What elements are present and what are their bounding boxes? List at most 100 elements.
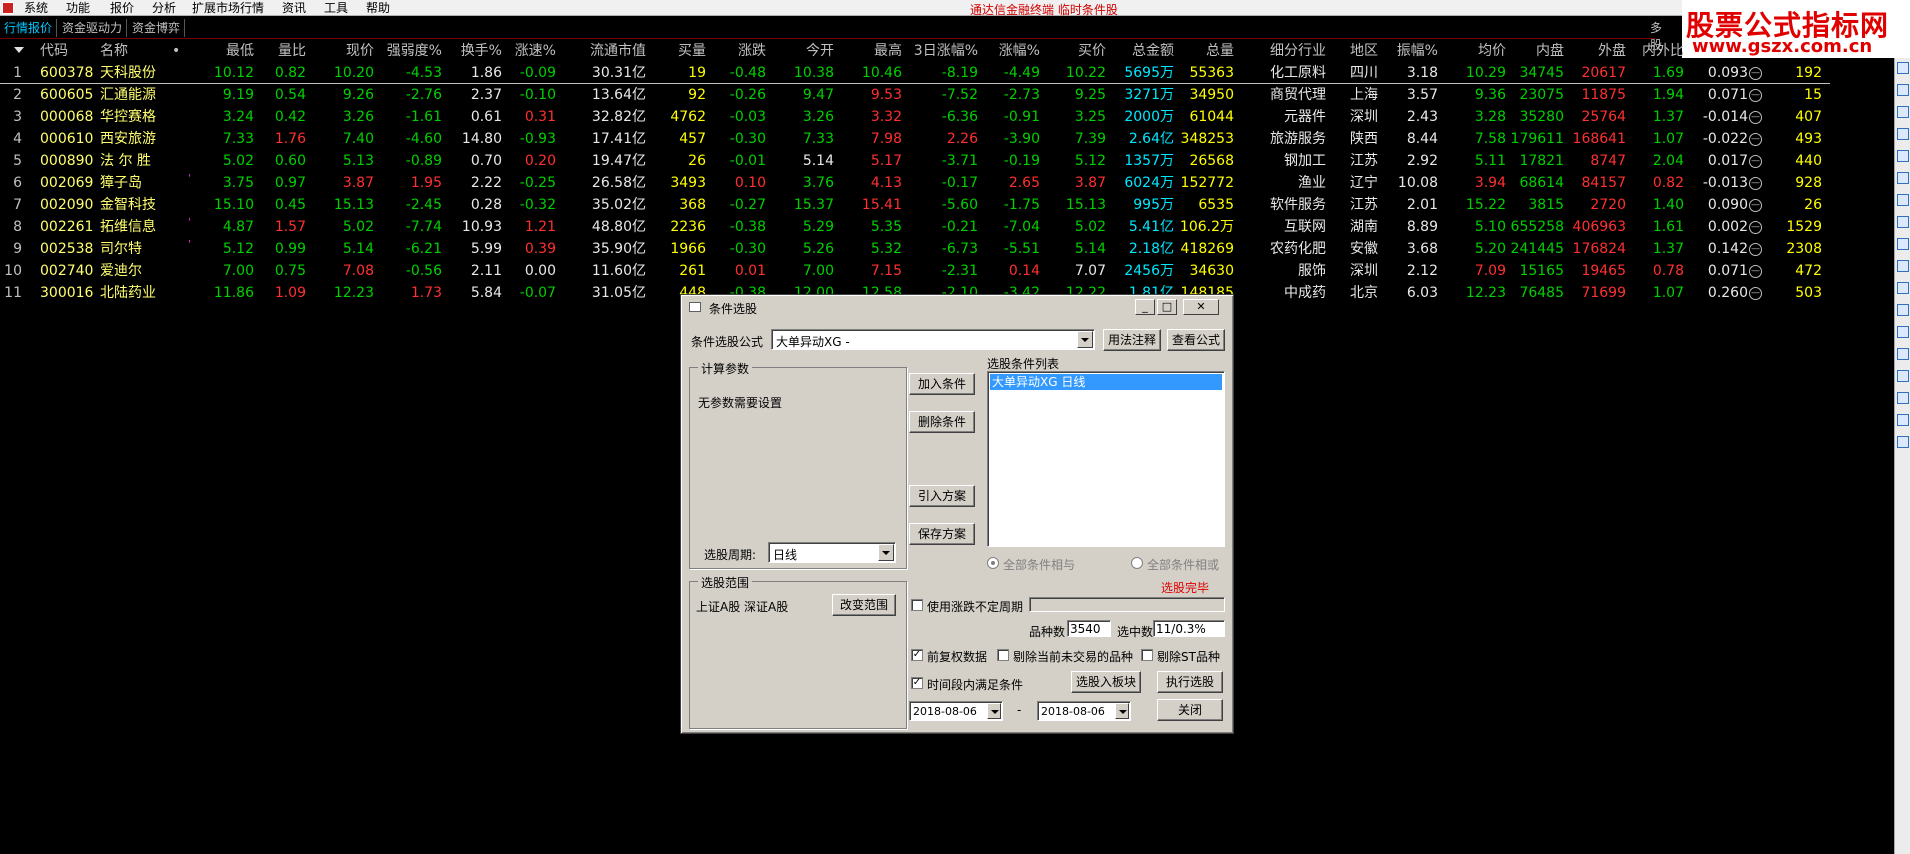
column-header-ind[interactable]: 细分行业 bbox=[1246, 40, 1326, 62]
radio-all-or[interactable] bbox=[1131, 557, 1143, 569]
column-header-avg[interactable]: 均价 bbox=[1442, 40, 1506, 62]
column-header-vol[interactable]: 总量 bbox=[1178, 40, 1234, 62]
column-header-pct[interactable]: 涨幅% bbox=[982, 40, 1040, 62]
table-row[interactable]: 1 600378 天科股份 10.12 0.82 10.20 -4.53 1.86 -0.09 3… bbox=[0, 62, 1830, 84]
column-header-amt[interactable]: 总金额 bbox=[1110, 40, 1174, 62]
trend-icon[interactable] bbox=[1897, 348, 1909, 360]
exclude-untraded-checkbox[interactable] bbox=[997, 649, 1009, 661]
add-condition-button[interactable]: 加入条件 bbox=[909, 373, 975, 395]
column-header-flag[interactable]: • bbox=[172, 40, 184, 62]
tab-quotes[interactable]: 行情报价 bbox=[0, 19, 58, 37]
table-row[interactable]: 9 002538 司尔特 ' 5.12 0.99 5.14 -6.21 5.99 0.39 35.9… bbox=[0, 238, 1830, 260]
column-header-inv[interactable]: 内盘 bbox=[1510, 40, 1564, 62]
view-formula-button[interactable]: 查看公式 bbox=[1167, 329, 1225, 351]
close-icon[interactable]: ✕ bbox=[1183, 299, 1219, 315]
arrow-down-icon[interactable] bbox=[1897, 62, 1909, 74]
column-header-bq[interactable]: 买量 bbox=[650, 40, 706, 62]
tab-fund-game[interactable]: 资金博弈 bbox=[128, 19, 186, 37]
delete-condition-button[interactable]: 删除条件 bbox=[909, 411, 975, 433]
menu-help[interactable]: 帮助 bbox=[366, 1, 390, 15]
column-header-price[interactable]: 现价 bbox=[310, 40, 374, 62]
change-range-button[interactable]: 改变范围 bbox=[832, 594, 896, 616]
block-icon[interactable] bbox=[1897, 238, 1909, 250]
condition-list-item[interactable]: 大单异动XG 日线 bbox=[990, 374, 1222, 390]
period-select[interactable]: 日线 bbox=[768, 542, 896, 563]
menu-tools[interactable]: 工具 bbox=[324, 1, 348, 15]
column-header-name[interactable]: 名称 bbox=[100, 40, 166, 62]
execute-select-button[interactable]: 执行选股 bbox=[1157, 671, 1223, 693]
menu-system[interactable]: 系统 bbox=[24, 1, 48, 15]
fz-icon[interactable] bbox=[1897, 260, 1909, 272]
table-row[interactable]: 4 000610 西安旅游 7.33 1.76 7.40 -4.60 14.80 -0.93 17… bbox=[0, 128, 1830, 150]
chevron-down-icon[interactable] bbox=[987, 703, 1001, 719]
circle-icon[interactable] bbox=[1897, 304, 1909, 316]
export-icon[interactable] bbox=[1897, 392, 1909, 404]
add-to-block-button[interactable]: 选股入板块 bbox=[1071, 671, 1141, 693]
column-header-str[interactable]: 强弱度% bbox=[378, 40, 442, 62]
column-header-ratio[interactable]: 内外比 bbox=[1630, 40, 1684, 62]
column-header-amp[interactable]: 振幅% bbox=[1384, 40, 1438, 62]
forward-adjust-checkbox[interactable]: ✓ bbox=[911, 649, 923, 661]
edit-icon[interactable] bbox=[1897, 414, 1909, 426]
db-icon[interactable] bbox=[1897, 282, 1909, 294]
chart-bar-icon[interactable] bbox=[1897, 150, 1909, 162]
save-plan-button[interactable]: 保存方案 bbox=[909, 523, 975, 545]
menu-extended-market[interactable]: 扩展市场行情 bbox=[192, 1, 264, 15]
column-header-chg[interactable]: 涨跌 bbox=[710, 40, 766, 62]
time-range-checkbox[interactable]: ✓ bbox=[911, 677, 923, 689]
chevron-down-icon[interactable] bbox=[1077, 331, 1093, 348]
dialog-titlebar[interactable]: 条件选股 _ □ ✕ bbox=[683, 297, 1231, 317]
column-header-r3[interactable]: 3日涨幅% bbox=[906, 40, 978, 62]
chevron-down-icon[interactable] bbox=[1115, 703, 1129, 719]
table-row[interactable]: 5 000890 法 尔 胜 5.02 0.60 5.13 -0.89 0.70 0.20 19.… bbox=[0, 150, 1830, 172]
sort-arrow-icon[interactable] bbox=[14, 47, 24, 53]
column-header-mcap[interactable]: 流通市值 bbox=[560, 40, 646, 62]
table-row[interactable]: 7 002090 金智科技 15.10 0.45 15.13 -2.45 0.28 -0.32 3… bbox=[0, 194, 1830, 216]
chart-line-icon[interactable] bbox=[1897, 128, 1909, 140]
formula-select[interactable]: 大单异动XG - bbox=[771, 329, 1095, 350]
column-header-bp[interactable]: 买价 bbox=[1044, 40, 1106, 62]
table-row[interactable]: 10 002740 爱迪尔 7.00 0.75 7.08 -0.56 2.11 0.00 11.6… bbox=[0, 260, 1830, 282]
usage-note-button[interactable]: 用法注释 bbox=[1103, 329, 1161, 351]
gear-icon[interactable] bbox=[1897, 436, 1909, 448]
close-button[interactable]: 关闭 bbox=[1157, 699, 1223, 721]
condition-list[interactable]: 大单异动XG 日线 bbox=[987, 371, 1225, 547]
maximize-icon[interactable]: □ bbox=[1157, 299, 1177, 315]
column-header-code[interactable]: 代码 bbox=[40, 40, 92, 62]
column-header-spd[interactable]: 涨速% bbox=[506, 40, 556, 62]
fx-icon[interactable] bbox=[1897, 194, 1909, 206]
column-header-low[interactable]: 最低 bbox=[196, 40, 254, 62]
menu-analysis[interactable]: 分析 bbox=[152, 1, 176, 15]
table-row[interactable]: 8 002261 拓维信息 ' 4.87 1.57 5.02 -7.74 10.93 1.21 48… bbox=[0, 216, 1830, 238]
menu-news[interactable]: 资讯 bbox=[282, 1, 306, 15]
exclude-st-checkbox[interactable] bbox=[1141, 649, 1153, 661]
grid-icon[interactable] bbox=[1897, 106, 1909, 118]
radio-all-and[interactable] bbox=[987, 557, 999, 569]
table-row[interactable]: 6 002069 獐子岛 ' 3.75 0.97 3.87 1.95 2.22 -0.25 26.5… bbox=[0, 172, 1830, 194]
date-from-picker[interactable]: 2018-08-06 bbox=[909, 701, 1003, 721]
table-row[interactable]: 2 600605 汇通能源 9.19 0.54 9.26 -2.76 2.37 -0.10 13.… bbox=[0, 84, 1830, 106]
use-variable-period-checkbox[interactable] bbox=[911, 599, 923, 611]
table-icon[interactable] bbox=[1897, 84, 1909, 96]
box-icon[interactable] bbox=[1897, 370, 1909, 382]
import-plan-button[interactable]: 引入方案 bbox=[909, 485, 975, 507]
tab-fund-drive[interactable]: 资金驱动力 bbox=[58, 19, 128, 37]
date-to-picker[interactable]: 2018-08-06 bbox=[1037, 701, 1131, 721]
app-icon[interactable] bbox=[2, 2, 14, 14]
menu-quote[interactable]: 报价 bbox=[110, 1, 134, 15]
window-icon[interactable] bbox=[1897, 216, 1909, 228]
chevron-down-icon[interactable] bbox=[878, 544, 894, 561]
minimize-icon[interactable]: _ bbox=[1135, 299, 1155, 315]
formula-label: 条件选股公式 bbox=[691, 335, 764, 349]
column-header-outv[interactable]: 外盘 bbox=[1568, 40, 1626, 62]
list-icon[interactable] bbox=[1897, 172, 1909, 184]
column-header-area[interactable]: 地区 bbox=[1334, 40, 1378, 62]
column-header-open[interactable]: 今开 bbox=[770, 40, 834, 62]
cell-name: 北陆药业 bbox=[100, 285, 156, 301]
menu-function[interactable]: 功能 bbox=[66, 1, 90, 15]
column-header-high[interactable]: 最高 bbox=[838, 40, 902, 62]
table-row[interactable]: 3 000068 华控赛格 3.24 0.42 3.26 -1.61 0.61 0.31 32.8… bbox=[0, 106, 1830, 128]
column-header-turn[interactable]: 换手% bbox=[446, 40, 502, 62]
folder-icon[interactable] bbox=[1897, 326, 1909, 338]
column-header-vr[interactable]: 量比 bbox=[256, 40, 306, 62]
